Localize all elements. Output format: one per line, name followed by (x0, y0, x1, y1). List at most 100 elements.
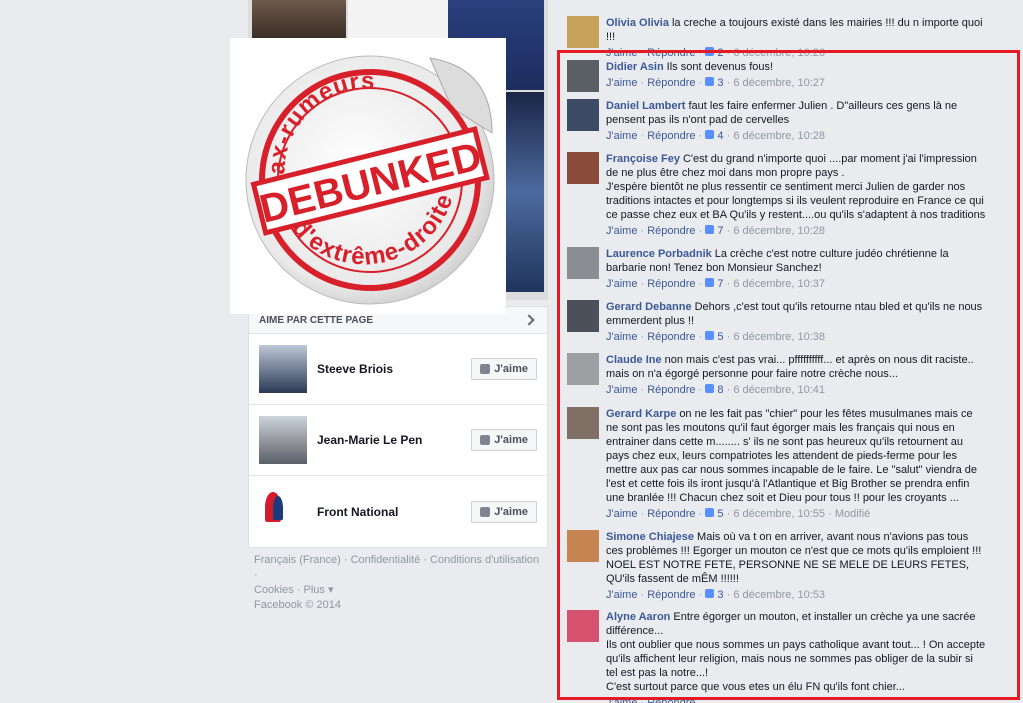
comment-body: Claude Ine non mais c'est pas vrai... pff… (606, 353, 987, 397)
comment-timestamp[interactable]: 6 décembre, 10:28 (733, 130, 825, 142)
photo-thumbnail[interactable] (252, 0, 346, 38)
page-name[interactable]: Steeve Briois (317, 362, 471, 376)
liked-page-row: Steeve Briois J'aime (249, 334, 547, 405)
comment-like-link[interactable]: J'aime (606, 508, 637, 520)
thumbs-up-icon (705, 589, 715, 598)
comment-like-count[interactable]: 7 (705, 278, 724, 290)
comment-body: Alyne Aaron Entre égorger un mouton, et i… (606, 610, 987, 703)
comment-like-link[interactable]: J'aime (606, 697, 637, 703)
comment-timestamp[interactable]: 6 décembre, 10:28 (733, 225, 825, 237)
like-label: J'aime (494, 505, 528, 518)
commenter-avatar[interactable] (567, 300, 599, 332)
comment-like-link[interactable]: J'aime (606, 278, 637, 290)
chevron-right-icon[interactable] (523, 314, 535, 326)
like-page-button[interactable]: J'aime (471, 429, 537, 451)
footer-links[interactable]: Cookies · Plus ▾ (254, 583, 544, 598)
commenter-avatar[interactable] (567, 152, 599, 184)
comment-like-count[interactable]: 8 (705, 384, 724, 396)
comment-like-count[interactable]: 5 (705, 331, 724, 343)
debunked-sticker: Hoax-rumeurs d'extrême-droite DEBUNKED (230, 38, 506, 314)
comment-reply-link[interactable]: Répondre (647, 589, 695, 601)
comment-reply-link[interactable]: Répondre (647, 331, 695, 343)
comment-reply-link[interactable]: Répondre (647, 225, 695, 237)
thumbs-up-icon (705, 384, 715, 393)
page-name[interactable]: Jean-Marie Le Pen (317, 433, 471, 447)
comment-like-link[interactable]: J'aime (606, 77, 637, 89)
commenter-avatar[interactable] (567, 353, 599, 385)
thumbs-up-icon (480, 364, 491, 374)
like-count: 5 (717, 508, 724, 520)
page-avatar[interactable] (259, 487, 307, 536)
photo-thumbnail[interactable] (502, 92, 544, 292)
comment-author[interactable]: Gerard Karpe (606, 408, 676, 420)
comment-like-link[interactable]: J'aime (606, 225, 637, 237)
like-page-button[interactable]: J'aime (471, 358, 537, 380)
commenter-avatar[interactable] (567, 247, 599, 279)
comment-like-link[interactable]: J'aime (606, 331, 637, 343)
comment-author[interactable]: Simone Chiajese (606, 531, 694, 543)
thumbs-up-icon (705, 225, 715, 234)
comment-reply-link[interactable]: Répondre (647, 278, 695, 290)
comment-like-count[interactable]: 3 (705, 77, 724, 89)
liked-page-row: Jean-Marie Le Pen J'aime (249, 405, 547, 476)
like-count: 7 (717, 278, 724, 290)
comment-body: Laurence Porbadnik La crèche c'est notre … (606, 247, 987, 291)
commenter-avatar[interactable] (567, 610, 599, 642)
comment-meta: J'aime · Répondre · 7 · 6 décembre, 10:3… (606, 278, 826, 290)
comment-like-link[interactable]: J'aime (606, 384, 637, 396)
thumbs-up-icon (480, 506, 491, 517)
thumbs-up-icon (705, 278, 715, 287)
comment-like-count[interactable]: 7 (705, 225, 724, 237)
like-count: 3 (717, 589, 724, 601)
comment-author[interactable]: Alyne Aaron (606, 611, 670, 623)
like-label: J'aime (494, 434, 528, 446)
comment-author[interactable]: Gerard Debanne (606, 301, 692, 313)
thumbs-up-icon (705, 130, 715, 139)
like-count: 5 (717, 331, 724, 343)
comment-timestamp[interactable]: 6 décembre, 10:53 (733, 589, 825, 601)
comment-author[interactable]: Laurence Porbadnik (606, 248, 712, 260)
comment-timestamp[interactable]: 6 décembre, 10:37 (733, 278, 825, 290)
comment-timestamp[interactable]: 6 décembre, 10:27 (733, 77, 825, 89)
comment-author[interactable]: Olivia Olivia (606, 17, 669, 29)
comment-timestamp[interactable]: 6 décembre, 10:38 (733, 331, 825, 343)
thumbs-up-icon (705, 508, 715, 517)
comment-like-count[interactable]: 3 (705, 589, 724, 601)
like-page-button[interactable]: J'aime (471, 500, 537, 523)
comment-meta: J'aime · Répondre (606, 696, 987, 703)
comment-reply-link[interactable]: Répondre (647, 384, 695, 396)
commenter-avatar[interactable] (567, 60, 599, 92)
comment-author[interactable]: Didier Asin (606, 61, 664, 73)
comment-meta: J'aime · Répondre · 4 · 6 décembre, 10:2… (606, 130, 826, 142)
comment-reply-link[interactable]: Répondre (647, 130, 695, 142)
comment-like-link[interactable]: J'aime (606, 130, 637, 142)
comment-like-count[interactable]: 5 (705, 508, 724, 520)
comment-meta: J'aime · Répondre · 3 · 6 décembre, 10:5… (606, 589, 826, 601)
comment-body: Gerard Debanne Dehors ,c'est tout qu'ils … (606, 300, 987, 344)
comment-reply-link[interactable]: Répondre (647, 77, 695, 89)
comment-like-count[interactable]: 4 (705, 130, 724, 142)
commenter-avatar[interactable] (567, 99, 599, 131)
comment: Gerard Karpe on ne les fait pas "chier" p… (557, 401, 997, 527)
page-avatar[interactable] (259, 345, 307, 393)
footer-links[interactable]: Français (France) · Confidentialité · Co… (254, 553, 544, 583)
photo-thumbnail[interactable] (348, 0, 448, 40)
thumbs-up-icon (480, 435, 491, 445)
comment-reply-link[interactable]: Répondre (647, 697, 695, 703)
commenter-avatar[interactable] (567, 530, 599, 562)
comment-author[interactable]: Claude Ine (606, 354, 662, 366)
comment-author[interactable]: Françoise Fey (606, 153, 680, 165)
comment-meta: J'aime · Répondre · 7 · 6 décembre, 10:2… (606, 225, 826, 237)
commenter-avatar[interactable] (567, 407, 599, 439)
comment-like-link[interactable]: J'aime (606, 589, 637, 601)
comment-author[interactable]: Daniel Lambert (606, 100, 685, 112)
comment-edited-label[interactable]: Modifié (835, 508, 870, 520)
comment-timestamp[interactable]: 6 décembre, 10:55 (733, 508, 825, 520)
like-count: 7 (717, 225, 724, 237)
comment-meta: J'aime · Répondre · 5 · 6 décembre, 10:5… (606, 508, 871, 520)
page-avatar[interactable] (259, 416, 307, 464)
comment-timestamp[interactable]: 6 décembre, 10:41 (733, 384, 825, 396)
commenter-avatar[interactable] (567, 16, 599, 48)
comment-reply-link[interactable]: Répondre (647, 508, 695, 520)
page-name[interactable]: Front National (317, 505, 471, 519)
